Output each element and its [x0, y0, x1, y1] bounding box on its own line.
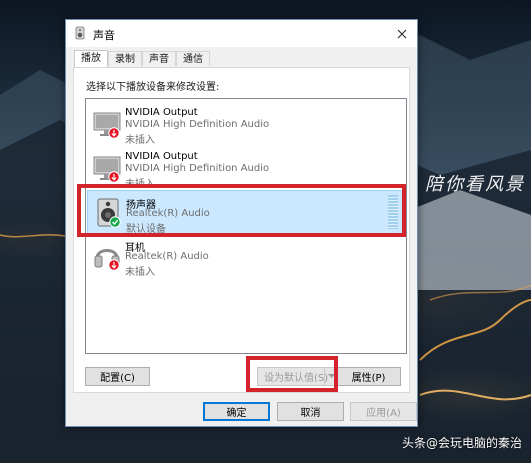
- wallpaper-caption: 陪你看风景: [425, 174, 525, 195]
- set-default-button[interactable]: 设为默认值(S): [257, 367, 338, 386]
- cancel-button[interactable]: 取消: [277, 402, 344, 421]
- device-item-headphones[interactable]: 耳机 Realtek(R) Audio 未插入: [87, 234, 405, 278]
- tab-strip: 播放 录制 声音 通信: [74, 50, 210, 67]
- device-description: Realtek(R) Audio: [126, 208, 210, 219]
- monitor-icon: [93, 156, 121, 183]
- device-item-nvidia-output-1[interactable]: NVIDIA Output NVIDIA High Definition Aud…: [87, 102, 405, 146]
- ok-button[interactable]: 确定: [203, 402, 270, 421]
- watermark: 头条@会玩电脑的秦治: [402, 434, 522, 451]
- watermark-name: @会玩电脑的秦治: [426, 436, 523, 450]
- checkmark-badge: [109, 216, 121, 228]
- sound-dialog: 声音 播放 录制 声音 通信 选择以下播放设备来修改设置: NVIDIA Out…: [65, 19, 418, 427]
- set-default-label: 设为默认值(S): [264, 373, 329, 384]
- monitor-icon: [93, 112, 121, 139]
- tab-communications[interactable]: 通信: [176, 51, 210, 66]
- device-description: Realtek(R) Audio: [125, 251, 209, 262]
- instruction-label: 选择以下播放设备来修改设置:: [86, 82, 220, 93]
- watermark-prefix: 头条: [402, 436, 427, 450]
- volume-level-meter: [388, 195, 398, 229]
- device-item-speakers[interactable]: 扬声器 Realtek(R) Audio 默认设备: [87, 190, 405, 235]
- device-description: NVIDIA High Definition Audio: [125, 163, 270, 174]
- device-status: 默认设备: [126, 224, 166, 235]
- device-status: 未插入: [125, 135, 155, 146]
- properties-button[interactable]: 属性(P): [336, 367, 401, 386]
- headphones-icon: [94, 249, 120, 271]
- device-name: NVIDIA Output: [125, 107, 198, 118]
- speaker-icon: [97, 198, 121, 228]
- playback-panel: 选择以下播放设备来修改设置: NVIDIA Output NVIDIA High…: [73, 67, 410, 393]
- device-status: 未插入: [125, 267, 155, 278]
- speaker-title-icon: [75, 26, 85, 40]
- device-status: 未插入: [125, 179, 155, 190]
- chevron-down-icon: [327, 374, 335, 378]
- title-bar[interactable]: 声音: [66, 20, 417, 47]
- close-button[interactable]: [387, 20, 417, 47]
- tab-sounds[interactable]: 声音: [142, 51, 176, 66]
- device-description: NVIDIA High Definition Audio: [125, 119, 270, 130]
- apply-button[interactable]: 应用(A): [350, 402, 417, 421]
- device-item-nvidia-output-2[interactable]: NVIDIA Output NVIDIA High Definition Aud…: [87, 146, 405, 190]
- close-icon: [397, 29, 407, 38]
- configure-button[interactable]: 配置(C): [85, 367, 150, 386]
- tab-playback[interactable]: 播放: [74, 50, 108, 67]
- device-name: NVIDIA Output: [125, 151, 198, 162]
- device-list[interactable]: NVIDIA Output NVIDIA High Definition Aud…: [85, 98, 407, 354]
- window-title: 声音: [93, 29, 115, 42]
- tab-recording[interactable]: 录制: [108, 51, 142, 66]
